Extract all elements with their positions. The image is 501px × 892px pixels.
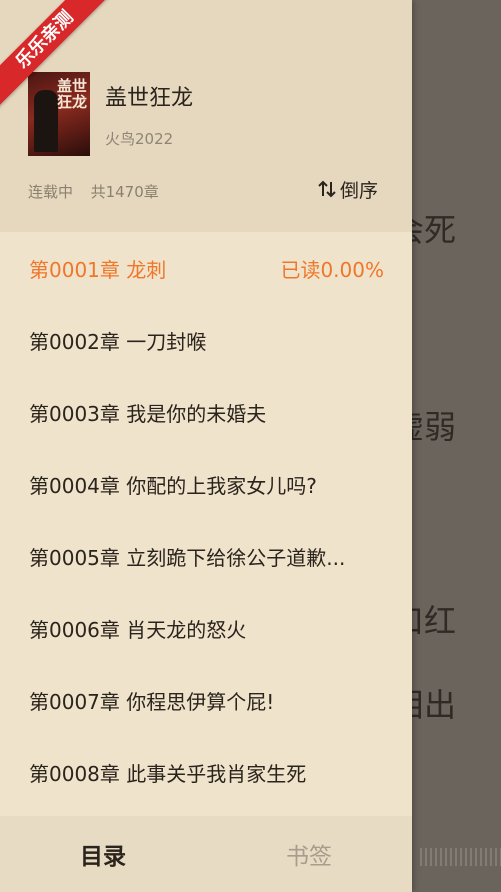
chapter-item[interactable]: 第0005章 立刻跪下给徐公子道歉... — [0, 520, 412, 592]
book-author: 火鸟2022 — [105, 130, 174, 148]
book-cover[interactable]: 盖世狂龙 — [28, 72, 90, 156]
reader-screen: 会死 虚弱 口红 泪出 。 盖世狂龙 盖世狂龙 火鸟2022 连载中 共1470… — [0, 0, 501, 892]
book-status: 连载中 共1470章 — [28, 181, 159, 202]
chapter-title: 第0001章 龙刺 — [29, 257, 167, 282]
chapter-title: 第0003章 我是你的未婚夫 — [29, 401, 267, 426]
chapter-item[interactable]: 第0003章 我是你的未婚夫 — [0, 376, 412, 448]
background-noise — [420, 848, 501, 866]
sort-label: 倒序 — [340, 179, 379, 202]
chapter-title: 第0007章 你程思伊算个屁! — [29, 689, 275, 714]
serial-status: 连载中 — [28, 183, 74, 201]
chapter-title: 第0002章 一刀封喉 — [29, 329, 207, 354]
chapter-title: 第0006章 肖天龙的怒火 — [29, 617, 247, 642]
book-title: 盖世狂龙 — [105, 86, 194, 111]
chapter-item[interactable]: 第0008章 此事关乎我肖家生死 — [0, 736, 412, 808]
book-info-header: 盖世狂龙 盖世狂龙 火鸟2022 连载中 共1470章 倒序 — [0, 0, 412, 232]
cover-figure-icon — [34, 90, 58, 152]
catalog-drawer: 盖世狂龙 盖世狂龙 火鸟2022 连载中 共1470章 倒序 第0001章 龙刺… — [0, 0, 412, 892]
chapter-item[interactable]: 第0002章 一刀封喉 — [0, 304, 412, 376]
chapter-item-current[interactable]: 第0001章 龙刺 已读0.00% — [0, 232, 412, 304]
chapter-count: 共1470章 — [90, 183, 159, 201]
sort-button[interactable]: 倒序 — [318, 176, 378, 202]
chapter-item[interactable]: 第0007章 你程思伊算个屁! — [0, 664, 412, 736]
chapter-item[interactable]: 第0006章 肖天龙的怒火 — [0, 592, 412, 664]
read-progress: 已读0.00% — [280, 257, 384, 282]
chapter-title: 第0008章 此事关乎我肖家生死 — [29, 761, 307, 786]
chapter-title: 第0005章 立刻跪下给徐公子道歉... — [29, 545, 346, 570]
tab-bookmark[interactable]: 书签 — [206, 816, 412, 892]
tab-catalog[interactable]: 目录 — [0, 816, 206, 892]
chapter-list: 第0001章 龙刺 已读0.00% 第0002章 一刀封喉 第0003章 我是你… — [0, 232, 412, 808]
cover-title-art: 盖世狂龙 — [57, 77, 88, 111]
chapter-item[interactable]: 第0004章 你配的上我家女儿吗? — [0, 448, 412, 520]
chapter-title: 第0004章 你配的上我家女儿吗? — [29, 473, 317, 498]
sort-arrows-icon — [318, 180, 336, 198]
bottom-tab-bar: 目录 书签 — [0, 816, 412, 892]
